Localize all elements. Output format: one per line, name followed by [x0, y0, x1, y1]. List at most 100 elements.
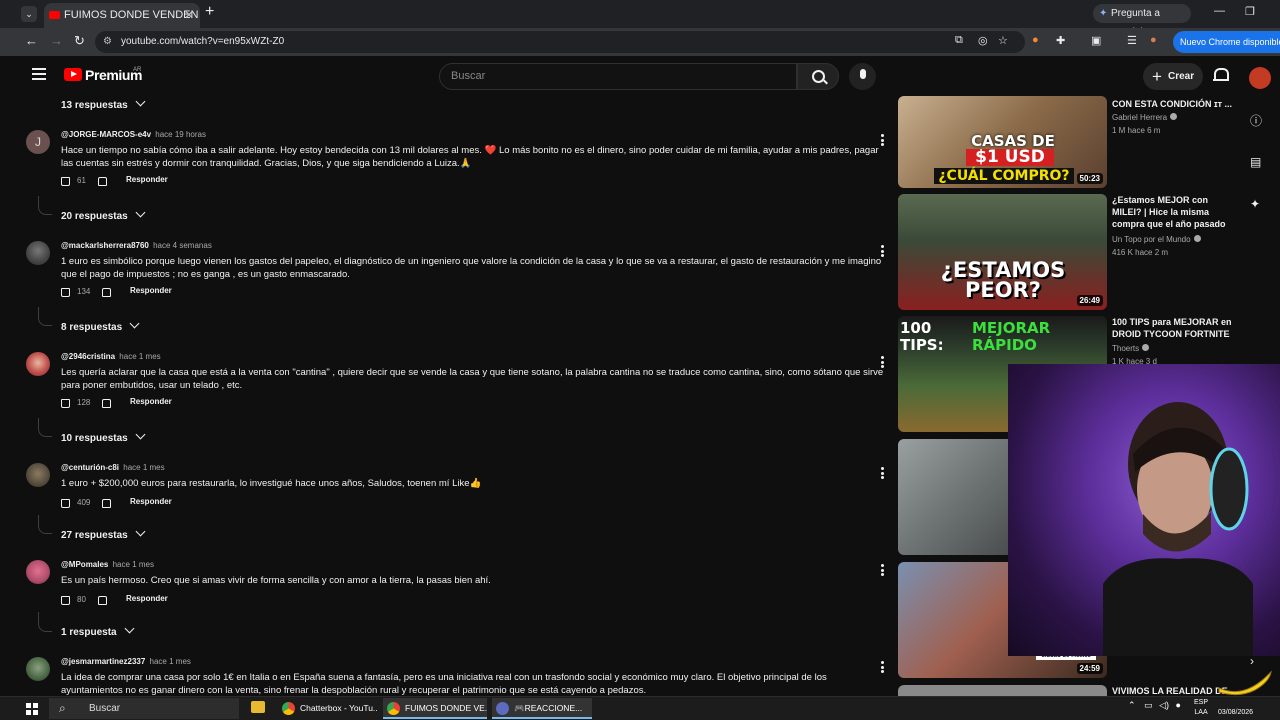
thumbs-down-icon[interactable] — [102, 499, 111, 508]
minimize-button[interactable]: — — [1214, 5, 1225, 17]
recommended-video[interactable]: VIVIMOS LA REALIDAD DE — [898, 685, 1268, 696]
input-language[interactable]: ESP LAA — [1194, 698, 1208, 718]
comment-time[interactable]: hace 1 mes — [123, 463, 164, 472]
replies-toggle[interactable]: 20 respuestas — [61, 207, 146, 222]
replies-toggle[interactable]: 27 respuestas — [61, 526, 146, 541]
thumbs-up-icon[interactable] — [61, 499, 70, 508]
video-thumbnail[interactable]: CASAS DE $1 USD ¿CUÁL COMPRO? 50:23 — [898, 96, 1107, 188]
avatar[interactable] — [26, 463, 50, 487]
replies-toggle[interactable]: 8 respuestas — [61, 318, 140, 333]
taskbar-search-input[interactable]: ⌕ Buscar — [49, 698, 239, 719]
more-options-icon[interactable] — [881, 564, 884, 576]
recommended-video[interactable]: ¿ESTAMOS PEOR? 26:49 ¿Estamos MEJOR con … — [898, 194, 1268, 310]
replies-toggle[interactable]: 13 respuestas — [61, 96, 146, 111]
address-bar[interactable]: ⚙ youtube.com/watch?v=en95xWZt-Z0 — [95, 31, 1025, 53]
video-title[interactable]: CON ESTA CONDICIÓN ɪᴛ ... — [1112, 98, 1234, 110]
comment-author[interactable]: @MPomales — [61, 560, 108, 569]
comment-time[interactable]: hace 1 mes — [113, 560, 154, 569]
thumbs-down-icon[interactable] — [102, 399, 111, 408]
recommended-video[interactable]: CASAS DE $1 USD ¿CUÁL COMPRO? 50:23 CON … — [898, 96, 1268, 188]
taskbar-app-obs[interactable]: 🎮REACCIONE... — [492, 698, 592, 719]
reply-button[interactable]: Responder — [130, 497, 172, 506]
extension-icon[interactable]: ● — [1032, 34, 1039, 46]
chevron-right-icon[interactable]: › — [1250, 654, 1254, 668]
tab-close-icon[interactable]: ✕ — [184, 3, 194, 28]
comment-author[interactable]: @centurión-c8i — [61, 463, 119, 472]
speaker-icon[interactable]: ◁) — [1159, 700, 1169, 710]
thumbs-up-icon[interactable] — [61, 596, 70, 605]
sparkle-icon[interactable]: ✦ — [1250, 197, 1260, 211]
thumbs-up-icon[interactable] — [61, 177, 70, 186]
forward-arrow-icon[interactable]: → — [50, 33, 63, 48]
taskbar-app-youtube[interactable]: FUIMOS DONDE VE... — [383, 698, 487, 719]
search-input[interactable]: Buscar — [439, 63, 797, 90]
reply-button[interactable]: Responder — [130, 397, 172, 406]
thumbs-up-icon[interactable] — [61, 288, 70, 297]
video-title[interactable]: 100 TIPS para MEJORAR en DROID TYCOON FO… — [1112, 316, 1234, 340]
channel-name[interactable]: Un Topo por el Mundo — [1112, 235, 1201, 244]
microphone-icon[interactable] — [849, 63, 876, 90]
video-thumbnail[interactable]: ¿ESTAMOS PEOR? 26:49 — [898, 194, 1107, 310]
gemini-button[interactable]: ✦ Pregunta a Gemini — [1093, 4, 1191, 38]
hide-eye-icon[interactable]: ◎ — [978, 34, 988, 47]
info-icon[interactable]: ⓘ — [1250, 112, 1262, 129]
windows-start-icon[interactable] — [26, 703, 38, 715]
video-title[interactable]: ¿Estamos MEJOR con MILEI? | Hice la mism… — [1112, 194, 1234, 230]
chat-icon[interactable]: ▤ — [1250, 155, 1261, 169]
install-app-icon[interactable]: ⧉ — [955, 34, 963, 47]
comment-time[interactable]: hace 1 mes — [119, 352, 160, 361]
taskbar-clock[interactable]: 03/08/2026 — [1218, 698, 1253, 718]
comment-time[interactable]: hace 19 horas — [155, 130, 206, 139]
more-options-icon[interactable] — [881, 134, 884, 146]
more-options-icon[interactable] — [881, 356, 884, 368]
chrome-update-button[interactable]: Nuevo Chrome disponible — [1173, 31, 1280, 53]
create-button[interactable]: Crear — [1143, 63, 1203, 90]
comment-time[interactable]: hace 1 mes — [150, 657, 191, 666]
network-icon[interactable]: ▭ — [1144, 700, 1153, 710]
tab-search-icon[interactable]: ⌄ — [21, 6, 37, 22]
account-avatar[interactable] — [1249, 67, 1271, 89]
notifications-bell-icon[interactable] — [1213, 67, 1229, 83]
channel-name[interactable]: Thoerts — [1112, 344, 1150, 353]
reply-button[interactable]: Responder — [130, 286, 172, 295]
avatar[interactable] — [26, 352, 50, 376]
avatar[interactable] — [26, 657, 50, 681]
more-options-icon[interactable] — [881, 467, 884, 479]
replies-toggle[interactable]: 10 respuestas — [61, 429, 146, 444]
thumbs-up-icon[interactable] — [61, 399, 70, 408]
avatar[interactable]: J — [26, 130, 50, 154]
back-arrow-icon[interactable]: ← — [25, 33, 38, 48]
restore-button[interactable]: ❐ — [1245, 5, 1255, 18]
comment-author[interactable]: @mackarlsherrera8760 — [61, 241, 149, 250]
thumbs-down-icon[interactable] — [102, 288, 111, 297]
search-icon[interactable] — [797, 63, 839, 90]
youtube-logo-icon[interactable] — [64, 68, 82, 81]
microphone-tray-icon[interactable]: ● — [1176, 700, 1181, 710]
avatar[interactable] — [26, 241, 50, 265]
reading-list-icon[interactable]: ☰ — [1127, 34, 1137, 47]
chevron-up-icon[interactable]: ⌃ — [1128, 700, 1136, 710]
comment-author[interactable]: @JORGE-MARCOS-e4v — [61, 130, 151, 139]
comment-author[interactable]: @2946cristina — [61, 352, 115, 361]
reload-icon[interactable]: ↻ — [74, 33, 85, 49]
reply-button[interactable]: Responder — [126, 594, 168, 603]
browser-tab-active[interactable]: FUIMOS DONDE VENDEN CASA ✕ — [44, 3, 200, 28]
more-options-icon[interactable] — [881, 661, 884, 673]
new-tab-button[interactable]: + — [205, 3, 214, 21]
video-thumbnail[interactable] — [898, 685, 1107, 696]
more-options-icon[interactable] — [881, 245, 884, 257]
comment-time[interactable]: hace 4 semanas — [153, 241, 212, 250]
avatar[interactable] — [26, 560, 50, 584]
thumbs-down-icon[interactable] — [98, 177, 107, 186]
menu-icon[interactable] — [32, 68, 46, 80]
bookmark-star-icon[interactable]: ☆ — [998, 34, 1008, 47]
site-info-icon[interactable]: ⚙ — [103, 31, 112, 53]
replies-toggle[interactable]: 1 respuesta — [61, 623, 135, 638]
channel-name[interactable]: Gabriel Herrera — [1112, 113, 1178, 122]
tab-groups-icon[interactable]: ▣ — [1091, 34, 1101, 47]
comment-author[interactable]: @jesmarmartinez2337 — [61, 657, 145, 666]
extensions-puzzle-icon[interactable]: ✚ — [1056, 34, 1065, 47]
reply-button[interactable]: Responder — [126, 175, 168, 184]
file-explorer-icon[interactable] — [251, 701, 265, 713]
taskbar-app-chatterbox[interactable]: Chatterbox - YouTu... — [278, 698, 378, 719]
